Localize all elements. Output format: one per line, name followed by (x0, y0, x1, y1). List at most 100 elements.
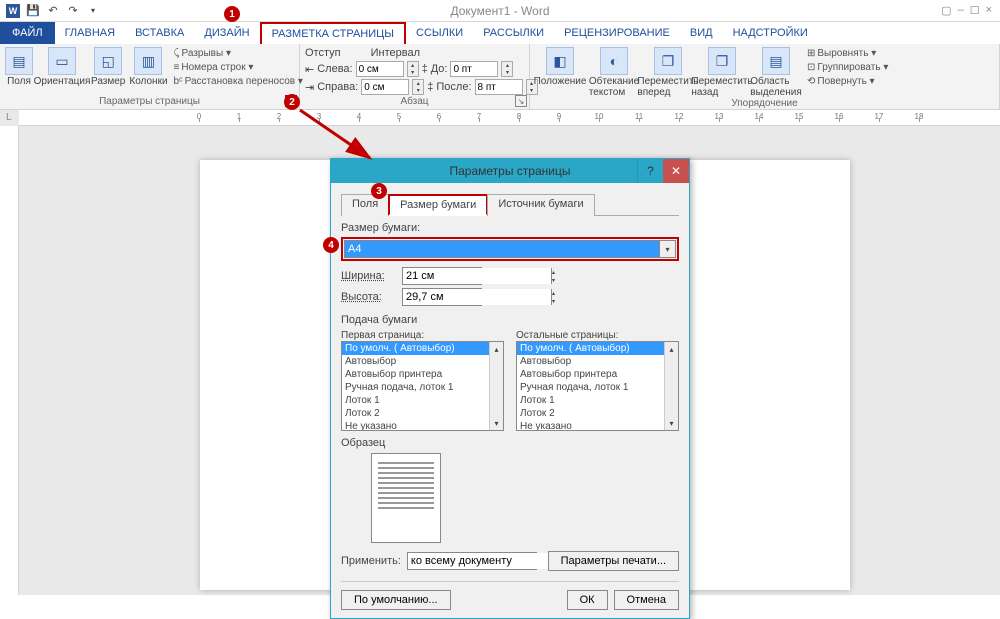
list-item[interactable]: По умолч. ( Автовыбор) (517, 342, 678, 355)
tab-view[interactable]: ВИД (680, 22, 723, 44)
default-button[interactable]: По умолчанию... (341, 590, 451, 610)
list-item[interactable]: Автовыбор принтера (517, 368, 678, 381)
list-item[interactable]: Автовыбор (517, 355, 678, 368)
orientation-button[interactable]: ▭Ориентация (37, 47, 87, 87)
bring-forward-button[interactable]: ❐Переместить вперед (643, 47, 693, 98)
chevron-down-icon[interactable]: ▾ (659, 241, 675, 257)
width-input[interactable] (403, 268, 551, 284)
tab-selector[interactable]: L (6, 112, 12, 123)
apply-to-label: Применить: (341, 555, 401, 567)
redo-icon[interactable]: ↷ (66, 4, 80, 18)
callout-badge-2: 2 (284, 94, 300, 110)
line-numbers-button[interactable]: ≡Номера строк ▾ (172, 61, 305, 74)
print-options-button[interactable]: Параметры печати... (548, 551, 679, 571)
list-item[interactable]: Ручная подача, лоток 1 (517, 381, 678, 394)
list-item[interactable]: Автовыбор принтера (342, 368, 503, 381)
size-button[interactable]: ◱Размер (91, 47, 125, 87)
tab-insert[interactable]: ВСТАВКА (125, 22, 194, 44)
dialog-tab-source[interactable]: Источник бумаги (487, 194, 594, 216)
align-button[interactable]: ⊞Выровнять ▾ (805, 47, 890, 60)
tab-addins[interactable]: НАДСТРОЙКИ (723, 22, 818, 44)
paper-feed-label: Подача бумаги (341, 314, 679, 326)
dialog-help-button[interactable]: ? (637, 159, 663, 183)
other-pages-listbox[interactable]: По умолч. ( Автовыбор)АвтовыборАвтовыбор… (516, 341, 679, 431)
apply-to-combo[interactable]: ▾ (407, 552, 537, 570)
preview-label: Образец (341, 437, 679, 449)
tab-home[interactable]: ГЛАВНАЯ (55, 22, 125, 44)
spacing-before-spinner[interactable]: ▴▾ (501, 61, 513, 77)
list-item[interactable]: Лоток 1 (342, 394, 503, 407)
cancel-button[interactable]: Отмена (614, 590, 679, 610)
dialog-tab-paper[interactable]: Размер бумаги (388, 194, 488, 216)
send-backward-button[interactable]: ❐Переместить назад (697, 47, 747, 98)
list-item[interactable]: Не указано (342, 420, 503, 431)
ribbon-options-icon[interactable]: ▢ (941, 4, 951, 17)
spacing-after-input[interactable] (475, 79, 523, 95)
close-icon[interactable]: × (986, 4, 992, 17)
list-item[interactable]: По умолч. ( Автовыбор) (342, 342, 503, 355)
tab-review[interactable]: РЕЦЕНЗИРОВАНИЕ (554, 22, 680, 44)
group-label-pagesetup: Параметры страницы ↘ (0, 95, 299, 109)
scrollbar[interactable]: ▴▾ (489, 342, 503, 430)
position-button[interactable]: ◧Положение (535, 47, 585, 87)
group-button[interactable]: ⊡Группировать ▾ (805, 61, 890, 74)
selection-icon: ▤ (762, 47, 790, 75)
paragraph-launcher[interactable]: ↘ (515, 95, 527, 107)
undo-icon[interactable]: ↶ (46, 4, 60, 18)
horizontal-ruler[interactable]: 0123456789101112131415161718 (19, 110, 1000, 126)
position-icon: ◧ (546, 47, 574, 75)
height-input[interactable] (403, 289, 551, 305)
group-icon: ⊡ (807, 62, 815, 73)
ok-button[interactable]: ОК (567, 590, 608, 610)
maximize-icon[interactable]: ☐ (970, 4, 980, 17)
vertical-ruler[interactable] (0, 126, 19, 595)
wrap-text-button[interactable]: ◐Обтекание текстом (589, 47, 639, 98)
list-item[interactable]: Не указано (517, 420, 678, 431)
spacing-before-input[interactable] (450, 61, 498, 77)
tab-page-layout[interactable]: РАЗМЕТКА СТРАНИЦЫ (260, 22, 406, 44)
indent-right-label: Справа: (317, 81, 358, 93)
indent-left-spinner[interactable]: ▴▾ (407, 61, 419, 77)
list-item[interactable]: Лоток 2 (517, 407, 678, 420)
scrollbar[interactable]: ▴▾ (664, 342, 678, 430)
save-icon[interactable]: 💾 (26, 4, 40, 18)
group-label-paragraph: Абзац ↘ (300, 95, 529, 109)
forward-icon: ❐ (654, 47, 682, 75)
margins-icon: ▤ (5, 47, 33, 75)
spacing-before-label: До: (431, 63, 448, 75)
tab-file[interactable]: ФАЙЛ (0, 22, 55, 44)
indent-right-input[interactable] (361, 79, 409, 95)
apply-to-value[interactable] (408, 553, 556, 569)
list-item[interactable]: Лоток 2 (342, 407, 503, 420)
window-title: Документ1 - Word (450, 4, 549, 18)
qat-dropdown-icon[interactable]: ▾ (86, 4, 100, 18)
tab-references[interactable]: ССЫЛКИ (406, 22, 473, 44)
breaks-button[interactable]: ⤹Разрывы ▾ (172, 47, 305, 60)
ribbon-tabs: ФАЙЛ ГЛАВНАЯ ВСТАВКА ДИЗАЙН РАЗМЕТКА СТР… (0, 22, 1000, 44)
paper-size-combo[interactable]: ▾ (344, 240, 676, 258)
other-pages-label: Остальные страницы: (516, 330, 679, 341)
paper-size-value[interactable] (345, 241, 659, 257)
dialog-close-button[interactable]: ✕ (663, 159, 689, 183)
tab-design[interactable]: ДИЗАЙН (194, 22, 259, 44)
tab-mailings[interactable]: РАССЫЛКИ (473, 22, 554, 44)
orientation-icon: ▭ (48, 47, 76, 75)
width-label: Ширина: (341, 270, 396, 282)
hyphenation-button[interactable]: bᶜРасстановка переносов ▾ (172, 75, 305, 88)
width-spinner[interactable]: ▴▾ (551, 268, 555, 284)
spacing-after-label: После: (436, 81, 471, 93)
rotate-button[interactable]: ⟲Повернуть ▾ (805, 75, 890, 88)
list-item[interactable]: Ручная подача, лоток 1 (342, 381, 503, 394)
backward-icon: ❐ (708, 47, 736, 75)
first-page-listbox[interactable]: По умолч. ( Автовыбор)АвтовыборАвтовыбор… (341, 341, 504, 431)
margins-button[interactable]: ▤Поля (5, 47, 33, 87)
list-item[interactable]: Автовыбор (342, 355, 503, 368)
columns-button[interactable]: ▥Колонки (129, 47, 167, 87)
list-item[interactable]: Лоток 1 (517, 394, 678, 407)
height-spinner[interactable]: ▴▾ (551, 289, 555, 305)
indent-left-input[interactable] (356, 61, 404, 77)
minimize-icon[interactable]: – (958, 4, 964, 17)
selection-pane-button[interactable]: ▤Область выделения (751, 47, 801, 98)
indent-right-spinner[interactable]: ▴▾ (412, 79, 424, 95)
dialog-titlebar[interactable]: Параметры страницы ? ✕ (331, 159, 689, 183)
